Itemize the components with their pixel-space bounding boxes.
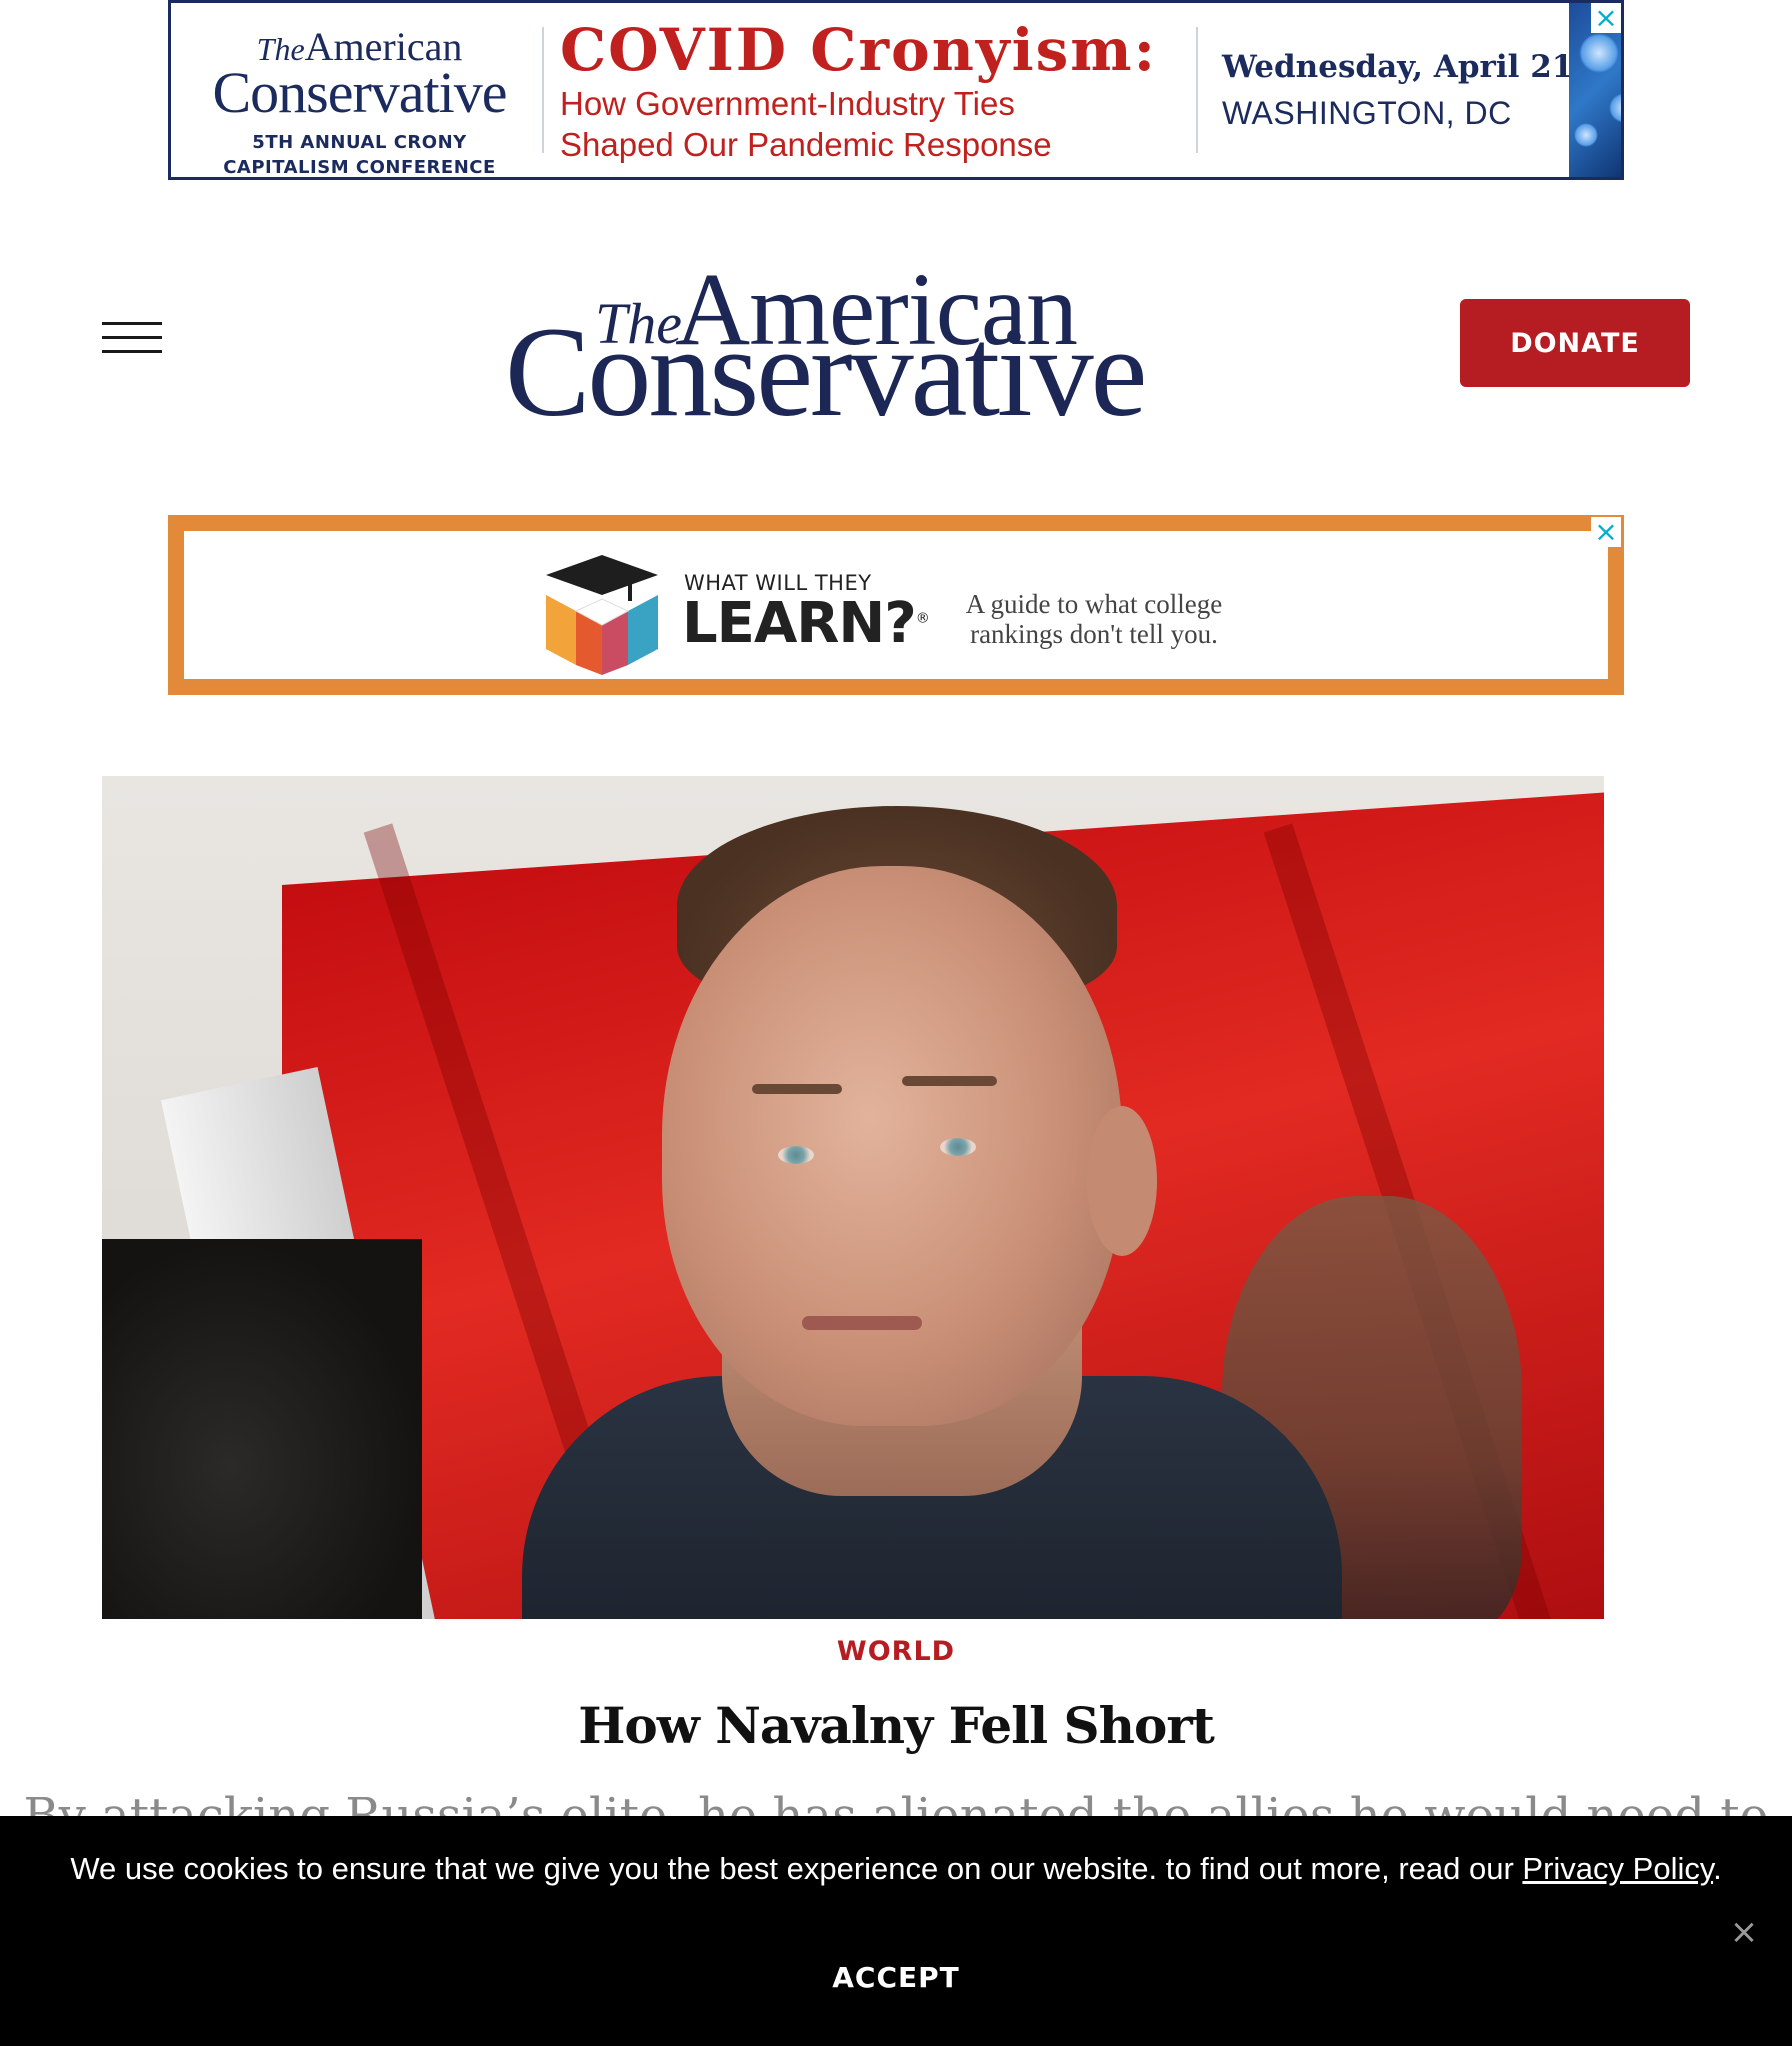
article-dek: By attacking Russia’s elite, he has alie… — [23, 1788, 1769, 1820]
logo-conservative: Conservative — [505, 301, 1147, 443]
ad-brand-subtitle-2: CAPITALISM CONFERENCE — [223, 157, 496, 178]
top-banner-ad[interactable]: TheAmerican Conservative 5TH ANNUAL CRON… — [168, 0, 1624, 180]
ad-subheadline-2: Shaped Our Pandemic Response — [560, 126, 1052, 163]
ad-headline-block: COVID Cronyism: How Government-Industry … — [560, 3, 1180, 177]
cookie-message: We use cookies to ensure that we give yo… — [70, 1851, 1722, 1886]
ad-tagline: A guide to what college rankings don't t… — [965, 589, 1223, 649]
hamburger-menu-icon[interactable] — [102, 322, 162, 354]
ad-divider — [542, 27, 544, 153]
ad-brand-subtitle-1: 5TH ANNUAL CRONY — [252, 132, 467, 153]
cookie-consent-bar: We use cookies to ensure that we give yo… — [0, 1816, 1792, 2046]
mouth — [802, 1316, 922, 1330]
crowd-silhouette — [102, 1239, 422, 1619]
privacy-policy-link[interactable]: Privacy Policy — [1522, 1851, 1713, 1886]
ad-question-big: LEARN?® — [682, 591, 930, 656]
brow — [902, 1076, 997, 1086]
ad-event-location: WASHINGTON, DC — [1222, 95, 1512, 131]
what-will-they-learn-ad[interactable]: WHAT WILL THEY LEARN?® A guide to what c… — [168, 515, 1624, 695]
ad-event-info: Wednesday, April 21 WASHINGTON, DC — [1214, 3, 1574, 177]
brow — [752, 1084, 842, 1094]
ad-brand-conservative: Conservative — [212, 60, 507, 125]
face — [662, 866, 1122, 1426]
article-hero-image — [102, 776, 1604, 1619]
ad-subheadline-1: How Government-Industry Ties — [560, 85, 1015, 122]
donate-button[interactable]: DONATE — [1460, 299, 1690, 387]
close-ad-icon[interactable]: × — [1591, 3, 1621, 33]
site-logo[interactable]: The American Conservative — [505, 250, 1155, 436]
article-title: How Navalny Fell Short — [578, 1696, 1215, 1755]
virus-particle — [1609, 93, 1621, 123]
accept-cookies-button[interactable]: ACCEPT — [796, 1952, 996, 2002]
virus-particle — [1579, 33, 1619, 73]
virus-particle — [1574, 123, 1598, 147]
eye — [940, 1138, 976, 1156]
ad-event-date: Wednesday, April 21 — [1222, 49, 1574, 85]
close-cookie-icon[interactable]: × — [1728, 1915, 1760, 1949]
article-category[interactable]: WORLD — [0, 1636, 1792, 1667]
ad-headline: COVID Cronyism: — [560, 16, 1158, 84]
eye — [778, 1146, 814, 1164]
close-ad-icon[interactable]: × — [1591, 517, 1621, 547]
ad-brand: TheAmerican Conservative 5TH ANNUAL CRON… — [171, 3, 526, 177]
ad-divider — [1196, 27, 1198, 153]
ear — [1087, 1106, 1157, 1256]
graduation-cap-logo-icon — [546, 555, 658, 675]
